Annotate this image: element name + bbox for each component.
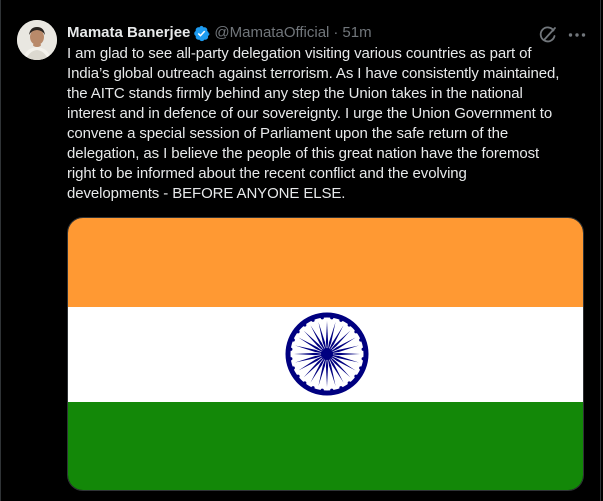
tweet-text-line: India’s global outreach against terroris…: [67, 65, 560, 82]
author-handle[interactable]: @MamataOfficial: [214, 23, 329, 43]
flag-saffron-band: [68, 218, 583, 307]
ashoka-chakra-icon: [285, 312, 369, 396]
tweet-text-line: developments - BEFORE ANYONE ELSE.: [67, 185, 346, 202]
separator-dot: ·: [333, 24, 339, 41]
tweet-text-line: I am glad to see all-party delegation vi…: [67, 45, 532, 62]
avatar-image: [17, 20, 57, 60]
tweet-text: I am glad to see all-party delegation vi…: [67, 44, 587, 204]
tweet-text-line: convene a special session of Parliament …: [67, 125, 509, 142]
flag-green-band: [68, 402, 583, 490]
tweet-media-image[interactable]: [67, 217, 584, 491]
tweet-text-line: right to be informed about the recent co…: [67, 165, 467, 182]
avatar[interactable]: [17, 20, 57, 60]
tweet-header: Mamata Banerjee @MamataOfficial · 51m: [67, 23, 372, 43]
tweet-text-line: the AITC stands firmly behind any step t…: [67, 85, 523, 102]
tweet-text-line: interest and in defence of our sovereign…: [67, 105, 553, 122]
author-name[interactable]: Mamata Banerjee: [67, 23, 190, 43]
more-options-icon[interactable]: [566, 24, 588, 46]
tweet-card[interactable]: Mamata Banerjee @MamataOfficial · 51m I …: [0, 0, 601, 501]
grok-icon[interactable]: [537, 24, 559, 46]
verified-badge-icon: [193, 25, 210, 42]
timestamp[interactable]: 51m: [342, 23, 371, 43]
tweet-text-line: delegation, as I believe the people of t…: [67, 145, 540, 162]
